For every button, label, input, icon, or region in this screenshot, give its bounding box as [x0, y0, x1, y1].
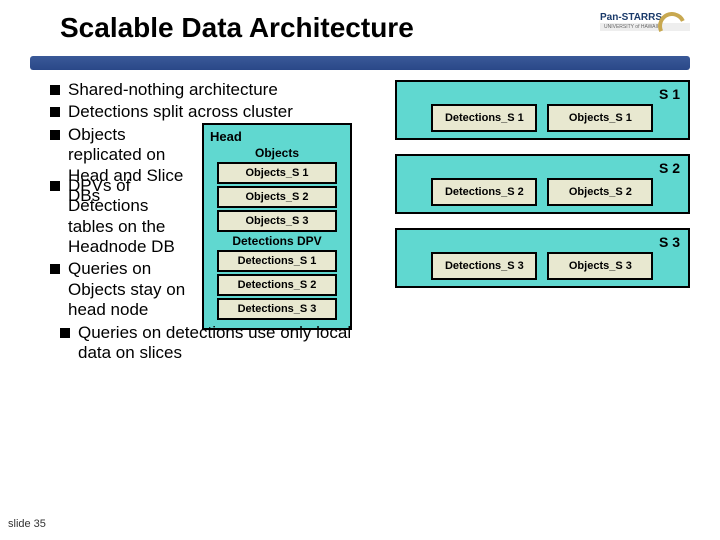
bullet-text: Detections split across cluster: [68, 102, 293, 122]
slice-row: Detections_S 1 Objects_S 1: [405, 104, 680, 132]
table-box: Objects_S 3: [547, 252, 653, 280]
head-label: Head: [210, 129, 344, 144]
bullet-icon: [50, 107, 60, 117]
slide-number: slide 35: [8, 518, 46, 530]
title-bar: [30, 56, 690, 70]
bullet-icon: [60, 328, 70, 338]
table-box: Objects_S 2: [547, 178, 653, 206]
table-box: Detections_S 3: [217, 298, 337, 320]
slice-label: S 3: [659, 234, 680, 250]
logo: Pan-STARRS UNIVERSITY of HAWAII: [600, 12, 690, 52]
table-box: Detections_S 1: [431, 104, 537, 132]
bullet-1: Shared-nothing architecture: [50, 80, 375, 100]
bullet-text: DPVs of Detections tables on the Headnod…: [68, 176, 188, 258]
table-box: Objects_S 2: [217, 186, 337, 208]
table-box: Objects_S 1: [547, 104, 653, 132]
table-box: Detections_S 2: [217, 274, 337, 296]
bullet-icon: [50, 264, 60, 274]
slice-row: Detections_S 3 Objects_S 3: [405, 252, 680, 280]
page-title: Scalable Data Architecture: [60, 12, 414, 44]
bullet-text: Queries on Objects stay on head node: [68, 259, 188, 320]
table-box: Detections_S 2: [431, 178, 537, 206]
slice-row: Detections_S 2 Objects_S 2: [405, 178, 680, 206]
slice-box-1: S 1 Detections_S 1 Objects_S 1: [395, 80, 690, 140]
bullet-icon: [50, 85, 60, 95]
slice-label: S 2: [659, 160, 680, 176]
table-box: Detections_S 3: [431, 252, 537, 280]
bullet-text: Queries on detections use only local dat…: [78, 323, 375, 364]
right-column: S 1 Detections_S 1 Objects_S 1 S 2 Detec…: [395, 80, 690, 365]
table-box: Objects_S 3: [217, 210, 337, 232]
table-box: Detections_S 1: [217, 250, 337, 272]
head-diagram: Head Objects Objects_S 1 Objects_S 2 Obj…: [202, 123, 352, 330]
dpv-label: Detections DPV: [210, 234, 344, 248]
slice-box-3: S 3 Detections_S 3 Objects_S 3: [395, 228, 690, 288]
content: Shared-nothing architecture Detections s…: [0, 70, 720, 365]
bullet-6: Queries on detections use only local dat…: [60, 323, 375, 364]
slice-box-2: S 2 Detections_S 2 Objects_S 2: [395, 154, 690, 214]
bullet-2: Detections split across cluster: [50, 102, 375, 122]
objects-label: Objects: [210, 146, 344, 160]
header: Scalable Data Architecture Pan-STARRS UN…: [0, 0, 720, 52]
table-box: Objects_S 1: [217, 162, 337, 184]
bullet-icon: [50, 130, 60, 140]
bullet-icon: [50, 181, 60, 191]
bullet-5: Queries on Objects stay on head node: [50, 259, 200, 320]
left-column: Shared-nothing architecture Detections s…: [50, 80, 375, 365]
bullet-text: Shared-nothing architecture: [68, 80, 278, 100]
slice-label: S 1: [659, 86, 680, 102]
bullet-4: DPVs of Detections tables on the Headnod…: [50, 176, 200, 258]
